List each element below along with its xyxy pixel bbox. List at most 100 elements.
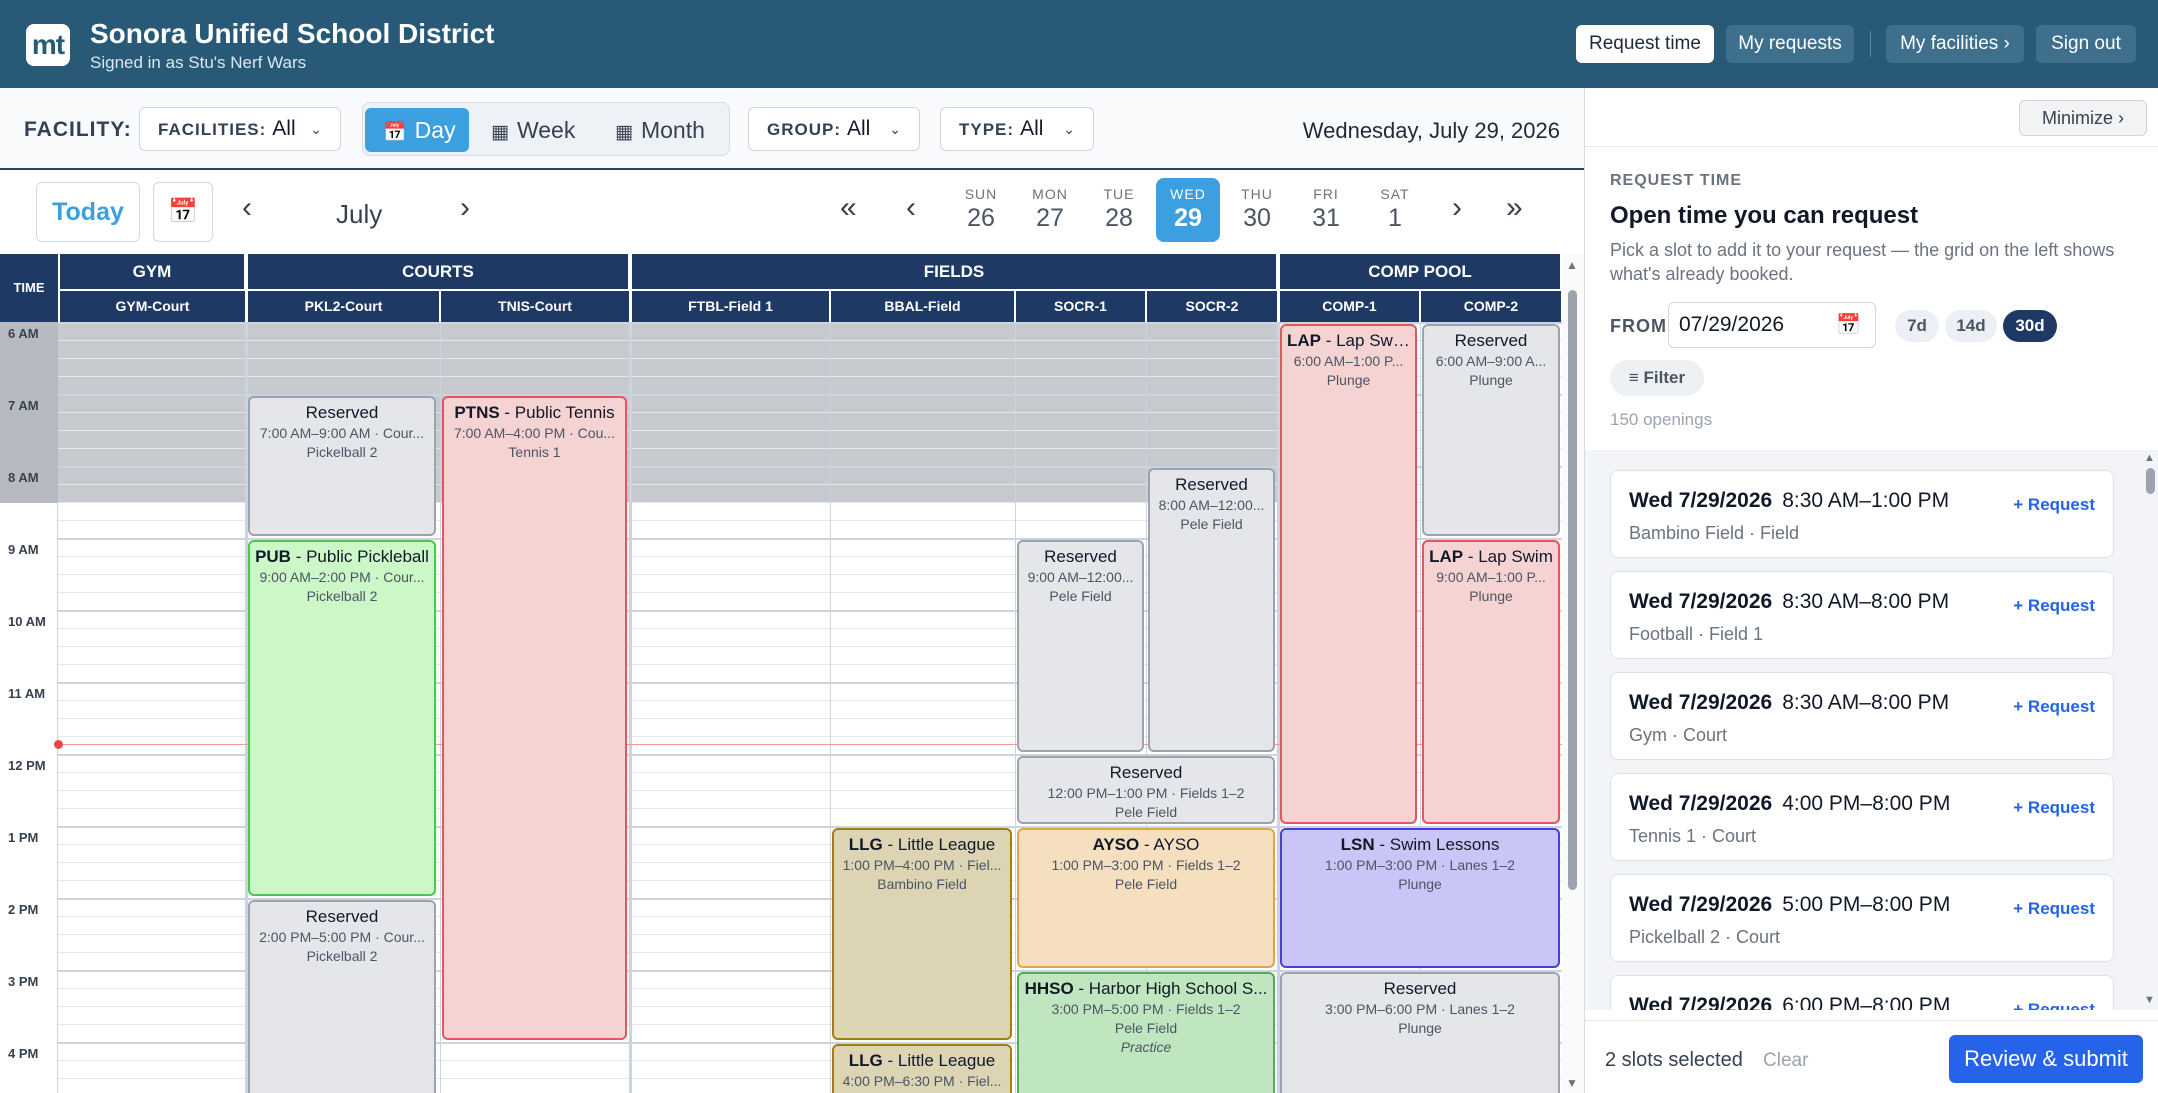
today-button[interactable]: Today	[36, 182, 140, 242]
prev-week-double-arrow[interactable]: «	[840, 190, 857, 226]
event-location: Plunge	[1469, 588, 1513, 604]
filter-button[interactable]: ≡ Filter	[1610, 360, 1704, 396]
request-slot-button[interactable]: + Request	[2013, 899, 2095, 919]
scroll-down-icon[interactable]: ▼	[2144, 994, 2155, 1006]
next-week-double-arrow[interactable]: »	[1506, 190, 1523, 226]
day-sat[interactable]: SAT 1	[1363, 178, 1427, 242]
slots-scrollbar[interactable]: ▲ ▼	[2141, 450, 2158, 1010]
month-label: July	[336, 199, 383, 229]
time-label: 4 PM	[8, 1046, 39, 1061]
column-divider	[440, 322, 441, 1093]
open-slot[interactable]: Wed 7/29/2026 6:00 PM–8:00 PM + Request	[1610, 975, 2114, 1010]
event-reserved[interactable]: Reserved 8:00 AM–12:00... Pele Field	[1148, 468, 1275, 752]
event-title: AYSO - AYSO	[1092, 835, 1200, 854]
event-reserved[interactable]: Reserved 12:00 PM–1:00 PM · Fields 1–2 P…	[1017, 756, 1275, 824]
facilities-dropdown[interactable]: FACILITIES: All ⌄	[139, 107, 341, 151]
month-view-button[interactable]: ▦ Month	[611, 108, 727, 152]
calendar-picker-button[interactable]: 📅	[153, 182, 213, 242]
event-reserved[interactable]: Reserved 7:00 AM–9:00 AM · Cour... Picke…	[248, 396, 436, 536]
day-tue[interactable]: TUE 28	[1087, 178, 1151, 242]
open-slots-list: Wed 7/29/2026 8:30 AM–1:00 PM Bambino Fie…	[1585, 450, 2158, 1010]
day-view-label: Day	[414, 117, 456, 143]
group-key: GROUP:	[767, 120, 841, 139]
from-date-input[interactable]: 07/29/2026 📅	[1668, 302, 1876, 348]
slot-location: Tennis 1 · Court	[1629, 826, 1757, 846]
request-slot-button[interactable]: + Request	[2013, 1000, 2095, 1010]
scroll-up-icon[interactable]: ▲	[1566, 258, 1578, 272]
event-harbor-high-school[interactable]: HHSO - Harbor High School S... 3:00 PM–5…	[1017, 972, 1275, 1093]
my-requests-button[interactable]: My requests	[1726, 25, 1854, 63]
review-submit-button[interactable]: Review & submit	[1949, 1035, 2143, 1083]
day-fri[interactable]: FRI 31	[1294, 178, 1358, 242]
event-little-league[interactable]: LLG - Little League 1:00 PM–4:00 PM · Fi…	[832, 828, 1012, 1040]
day-sun[interactable]: SUN 26	[949, 178, 1013, 242]
event-note: Practice	[1120, 1039, 1172, 1055]
group-dropdown[interactable]: GROUP: All ⌄	[748, 107, 920, 151]
event-swim-lessons[interactable]: LSN - Swim Lessons 1:00 PM–3:00 PM · Lan…	[1280, 828, 1560, 968]
event-title: LSN - Swim Lessons	[1340, 835, 1500, 854]
open-slot[interactable]: Wed 7/29/2026 4:00 PM–8:00 PM Tennis 1 · …	[1610, 773, 2114, 861]
day-mon[interactable]: MON 27	[1018, 178, 1082, 242]
request-slot-button[interactable]: + Request	[2013, 596, 2095, 616]
calendar-icon[interactable]: 📅	[1836, 303, 1861, 347]
minimize-button[interactable]: Minimize ›	[2019, 100, 2147, 136]
day-view-button[interactable]: 📅 Day	[365, 108, 469, 152]
time-column-header: TIME	[0, 254, 58, 322]
clear-selection-button[interactable]: Clear	[1763, 1050, 1808, 1072]
event-public-pickleball[interactable]: PUB - Public Pickleball 9:00 AM–2:00 PM …	[248, 540, 436, 896]
sign-out-button[interactable]: Sign out	[2036, 25, 2136, 63]
range-30d-button[interactable]: 30d	[2003, 310, 2057, 342]
week-view-button[interactable]: ▦ Week	[487, 108, 597, 152]
event-title: Reserved	[1383, 979, 1457, 998]
event-reserved[interactable]: Reserved 3:00 PM–6:00 PM · Lanes 1–2 Plu…	[1280, 972, 1560, 1093]
day-number: 31	[1312, 204, 1340, 232]
event-lap-swim[interactable]: LAP - Lap Swim 9:00 AM–1:00 P... Plunge	[1422, 540, 1560, 824]
scrollbar-thumb[interactable]	[1568, 290, 1577, 890]
scrollbar-thumb[interactable]	[2146, 468, 2155, 494]
range-7d-button[interactable]: 7d	[1895, 310, 1939, 342]
scroll-up-icon[interactable]: ▲	[2144, 452, 2155, 464]
range-14d-button[interactable]: 14d	[1945, 310, 1997, 342]
prev-day-arrow[interactable]: ‹	[906, 190, 916, 226]
open-slot[interactable]: Wed 7/29/2026 8:30 AM–8:00 PM Football · …	[1610, 571, 2114, 659]
day-wed[interactable]: WED 29	[1156, 178, 1220, 242]
slot-when: Wed 7/29/2026 4:00 PM–8:00 PM	[1629, 792, 1951, 815]
time-label: 11 AM	[8, 686, 46, 701]
event-time: 9:00 AM–2:00 PM · Cour...	[259, 569, 425, 585]
request-slot-button[interactable]: + Request	[2013, 495, 2095, 515]
event-time: 4:00 PM–6:30 PM · Fiel...	[842, 1073, 1002, 1089]
day-thu[interactable]: THU 30	[1225, 178, 1289, 242]
next-month-arrow[interactable]: ›	[460, 190, 470, 226]
column-header-tnis-court: TNIS-Court	[441, 291, 630, 322]
event-title: LLG - Little League	[848, 835, 996, 854]
event-location: Plunge	[1398, 1020, 1442, 1036]
scroll-down-icon[interactable]: ▼	[1566, 1076, 1578, 1090]
event-public-tennis[interactable]: PTNS - Public Tennis 7:00 AM–4:00 PM · C…	[442, 396, 627, 1040]
event-time: 12:00 PM–1:00 PM · Fields 1–2	[1047, 785, 1245, 801]
event-little-league[interactable]: LLG - Little League 4:00 PM–6:30 PM · Fi…	[832, 1044, 1012, 1093]
grid-body[interactable]: 6 AM 7 AM 8 AM 9 AM 10 AM 11 AM 12 PM 1 …	[0, 322, 1562, 1093]
calendar-icon: 📅	[168, 198, 198, 225]
open-slot[interactable]: Wed 7/29/2026 5:00 PM–8:00 PM Pickelball …	[1610, 874, 2114, 962]
event-reserved[interactable]: Reserved 6:00 AM–9:00 A... Plunge	[1422, 324, 1560, 536]
my-facilities-button[interactable]: My facilities ›	[1886, 25, 2024, 63]
request-slot-button[interactable]: + Request	[2013, 798, 2095, 818]
open-slot[interactable]: Wed 7/29/2026 8:30 AM–1:00 PM Bambino Fie…	[1610, 470, 2114, 558]
event-lap-swim[interactable]: LAP - Lap Swim 6:00 AM–1:00 P... Plunge	[1280, 324, 1417, 824]
time-column: 6 AM 7 AM 8 AM 9 AM 10 AM 11 AM 12 PM 1 …	[0, 322, 58, 1093]
time-label: 9 AM	[8, 542, 39, 557]
grid-scrollbar[interactable]: ▲ ▼	[1562, 254, 1584, 1093]
day-name: THU	[1241, 186, 1273, 202]
slot-location: Pickelball 2 · Court	[1629, 927, 1781, 947]
event-ayso[interactable]: AYSO - AYSO 1:00 PM–3:00 PM · Fields 1–2…	[1017, 828, 1275, 968]
open-slot[interactable]: Wed 7/29/2026 8:30 AM–8:00 PM Gym · Court…	[1610, 672, 2114, 760]
column-header-gym-court: GYM-Court	[60, 291, 246, 322]
request-time-button[interactable]: Request time	[1576, 25, 1714, 63]
prev-month-arrow[interactable]: ‹	[242, 190, 252, 226]
day-name: FRI	[1313, 186, 1339, 202]
event-reserved[interactable]: Reserved 9:00 AM–12:00... Pele Field	[1017, 540, 1144, 752]
type-dropdown[interactable]: TYPE: All ⌄	[940, 107, 1094, 151]
next-day-arrow[interactable]: ›	[1452, 190, 1462, 226]
request-slot-button[interactable]: + Request	[2013, 697, 2095, 717]
event-reserved[interactable]: Reserved 2:00 PM–5:00 PM · Cour... Picke…	[248, 900, 436, 1093]
